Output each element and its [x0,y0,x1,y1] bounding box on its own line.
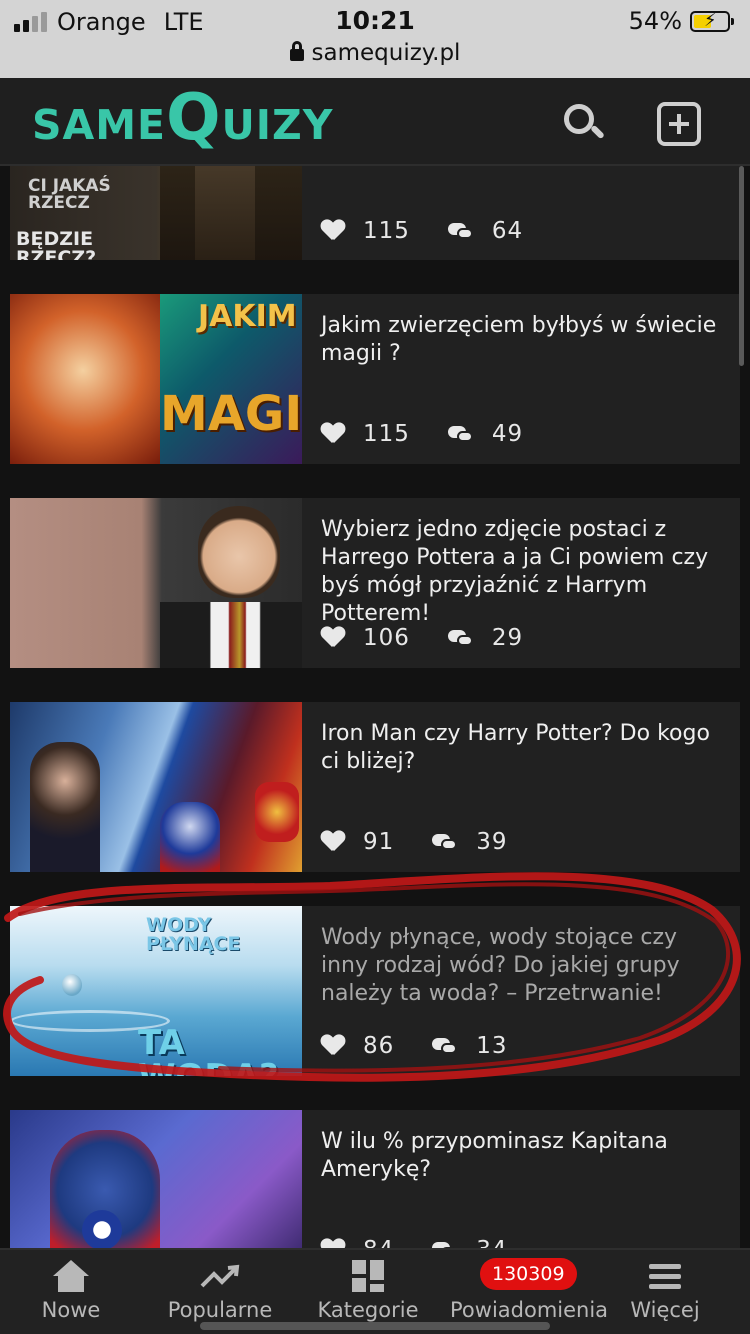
comments-icon[interactable] [432,1240,458,1248]
app-header: SAMEQUIZY [0,78,750,166]
quiz-card[interactable]: Wybierz jedno zdjęcie postaci z Harrego … [10,498,740,668]
heart-icon[interactable] [321,1035,345,1057]
quiz-card[interactable]: W ilu % przypominasz Kapitana Amerykę? 8… [10,1110,740,1248]
quiz-thumbnail[interactable] [10,498,302,668]
quiz-thumbnail[interactable]: CI JAKAŚ RZECZ BĘDZIE RZECZ? [10,166,302,260]
heart-icon[interactable] [321,1239,345,1248]
quiz-title[interactable]: Iron Man czy Harry Potter? Do kogo ci bl… [321,720,731,776]
quiz-stats: 84 34 [321,1237,508,1248]
comments-count: 39 [476,829,508,855]
samequizy-logo[interactable]: SAMEQUIZY [32,86,333,150]
menu-icon [645,1258,685,1294]
quiz-feed[interactable]: CI JAKAŚ RZECZ BĘDZIE RZECZ? 115 64 JAKI… [0,166,750,1248]
lock-icon [289,41,304,61]
comments-icon[interactable] [432,832,458,852]
nav-item-popularne[interactable]: Popularne [145,1258,295,1322]
quiz-stats: 115 49 [321,421,523,447]
comments-icon[interactable] [447,628,474,648]
url-bar[interactable]: samequizy.pl [0,40,750,66]
quiz-title[interactable]: W ilu % przypominasz Kapitana Amerykę? [321,1128,731,1184]
comments-count: 13 [476,1033,508,1059]
likes-count: 91 [363,829,395,855]
quiz-thumbnail[interactable]: WODY PŁYNĄCE TA WODA? [10,906,302,1076]
quiz-card[interactable]: JAKIM MAGII? Jakim zwierzęciem byłbyś w … [10,294,740,464]
notification-badge: 130309 [480,1258,577,1290]
likes-count: 115 [363,421,410,447]
scrollbar[interactable] [739,166,744,366]
comments-icon[interactable] [447,424,474,444]
url-text: samequizy.pl [311,40,461,66]
quiz-stats: 115 64 [321,218,523,244]
quiz-card[interactable]: Iron Man czy Harry Potter? Do kogo ci bl… [10,702,740,872]
home-icon [51,1258,91,1294]
quiz-stats: 91 39 [321,829,508,855]
comments-icon[interactable] [432,1036,458,1056]
quiz-thumbnail[interactable] [10,702,302,872]
nav-item-wiecej[interactable]: Więcej [590,1258,740,1322]
heart-icon[interactable] [321,831,345,853]
comments-count: 29 [491,625,524,651]
add-quiz-icon[interactable] [657,102,701,146]
nav-item-kategorie[interactable]: Kategorie [293,1258,443,1322]
likes-count: 84 [363,1237,394,1248]
comments-icon[interactable] [447,221,474,241]
quiz-title[interactable]: Jakim zwierzęciem byłbyś w świecie magii… [321,312,731,368]
trending-icon [200,1258,240,1294]
home-indicator[interactable] [200,1322,550,1330]
status-bar: Orange LTE 10:21 samequizy.pl 54% ⚡ [0,0,750,78]
status-right: 54% ⚡ [628,7,734,35]
likes-count: 86 [363,1033,395,1059]
heart-icon[interactable] [321,423,345,445]
nav-item-nowe[interactable]: Nowe [0,1258,146,1322]
quiz-stats: 106 29 [321,625,523,651]
quiz-title[interactable]: Wybierz jedno zdjęcie postaci z Harrego … [321,516,731,628]
likes-count: 115 [363,218,410,244]
quiz-card[interactable]: WODY PŁYNĄCE TA WODA? Wody płynące, wody… [10,906,740,1076]
quiz-card[interactable]: CI JAKAŚ RZECZ BĘDZIE RZECZ? 115 64 [10,166,740,260]
comments-count: 34 [476,1237,507,1248]
quiz-title[interactable]: Wody płynące, wody stojące czy inny rodz… [321,924,731,1008]
quiz-thumbnail[interactable] [10,1110,302,1248]
heart-icon[interactable] [321,627,345,649]
battery-icon: ⚡ [690,10,734,32]
comments-count: 49 [491,421,524,447]
likes-count: 106 [363,625,410,651]
search-icon[interactable] [562,102,606,146]
quiz-stats: 86 13 [321,1033,508,1059]
comments-count: 64 [491,218,524,244]
quiz-thumbnail[interactable]: JAKIM MAGII? [10,294,302,464]
battery-percent: 54% [628,7,682,35]
heart-icon[interactable] [321,220,345,242]
categories-icon [348,1258,388,1294]
